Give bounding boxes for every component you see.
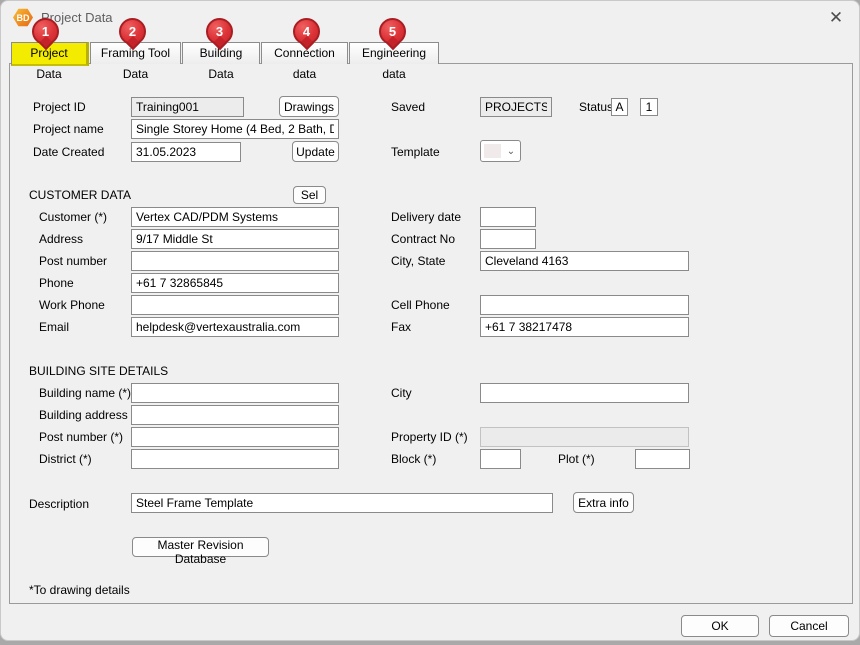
building-site-section-title: BUILDING SITE DETAILS — [29, 364, 168, 378]
address-label: Address — [39, 232, 83, 246]
email-label: Email — [39, 320, 69, 334]
work-phone-field[interactable] — [131, 295, 339, 315]
chevron-down-icon: ⌄ — [505, 144, 517, 158]
status-number-field[interactable] — [640, 98, 658, 116]
property-id-label: Property ID (*) — [391, 430, 468, 444]
post-number-field[interactable] — [131, 251, 339, 271]
fax-label: Fax — [391, 320, 411, 334]
status-letter-field[interactable] — [611, 98, 628, 116]
saved-label: Saved — [391, 100, 425, 114]
delivery-date-label: Delivery date — [391, 210, 461, 224]
annotation-badge-2: 2 — [119, 18, 146, 45]
cancel-button[interactable]: Cancel — [769, 615, 849, 637]
address-field[interactable] — [131, 229, 339, 249]
city-state-field[interactable] — [480, 251, 689, 271]
site-city-field[interactable] — [480, 383, 689, 403]
building-address-field[interactable] — [131, 405, 339, 425]
annotation-badge-1: 1 — [32, 18, 59, 45]
plot-label: Plot (*) — [558, 452, 595, 466]
phone-label: Phone — [39, 276, 74, 290]
close-icon[interactable]: ✕ — [823, 6, 849, 30]
annotation-badge-3: 3 — [206, 18, 233, 45]
project-data-dialog: BD Project Data ✕ 1 2 3 4 5 Project Data… — [0, 0, 860, 641]
customer-data-section-title: CUSTOMER DATA — [29, 188, 131, 202]
status-label: Status — [579, 100, 613, 114]
phone-field[interactable] — [131, 273, 339, 293]
contract-no-field[interactable] — [480, 229, 536, 249]
site-post-number-field[interactable] — [131, 427, 339, 447]
site-post-number-label: Post number (*) — [39, 430, 123, 444]
block-field[interactable] — [480, 449, 521, 469]
property-id-field — [480, 427, 689, 447]
template-label: Template — [391, 145, 440, 159]
app-logo-icon: BD — [13, 8, 33, 27]
district-label: District (*) — [39, 452, 92, 466]
cell-phone-label: Cell Phone — [391, 298, 450, 312]
city-state-label: City, State — [391, 254, 445, 268]
site-city-label: City — [391, 386, 412, 400]
delivery-date-field[interactable] — [480, 207, 536, 227]
building-address-label: Building address (*) — [39, 408, 144, 422]
drawings-button[interactable]: Drawings — [279, 96, 339, 117]
project-name-field[interactable] — [131, 119, 339, 139]
update-button[interactable]: Update — [292, 141, 339, 162]
building-name-label: Building name (*) — [39, 386, 131, 400]
project-id-field[interactable] — [131, 97, 244, 117]
sel-button[interactable]: Sel — [293, 186, 326, 204]
description-field[interactable] — [131, 493, 553, 513]
annotation-badge-5: 5 — [379, 18, 406, 45]
plot-field[interactable] — [635, 449, 690, 469]
date-created-label: Date Created — [33, 145, 104, 159]
description-label: Description — [29, 497, 89, 511]
extra-info-button[interactable]: Extra info — [573, 492, 634, 513]
date-created-field[interactable] — [131, 142, 241, 162]
saved-field[interactable] — [480, 97, 552, 117]
work-phone-label: Work Phone — [39, 298, 105, 312]
project-name-label: Project name — [33, 122, 104, 136]
customer-field[interactable] — [131, 207, 339, 227]
block-label: Block (*) — [391, 452, 436, 466]
ok-button[interactable]: OK — [681, 615, 759, 637]
annotation-badge-4: 4 — [293, 18, 320, 45]
district-field[interactable] — [131, 449, 339, 469]
post-number-label: Post number — [39, 254, 107, 268]
cell-phone-field[interactable] — [480, 295, 689, 315]
fax-field[interactable] — [480, 317, 689, 337]
drawing-details-footnote: *To drawing details — [29, 583, 130, 597]
master-revision-database-button[interactable]: Master Revision Database — [132, 537, 269, 557]
template-dropdown[interactable]: ⌄ — [480, 140, 521, 162]
template-swatch — [484, 144, 501, 158]
customer-label: Customer (*) — [39, 210, 107, 224]
email-field[interactable] — [131, 317, 339, 337]
contract-no-label: Contract No — [391, 232, 455, 246]
project-id-label: Project ID — [33, 100, 86, 114]
building-name-field[interactable] — [131, 383, 339, 403]
